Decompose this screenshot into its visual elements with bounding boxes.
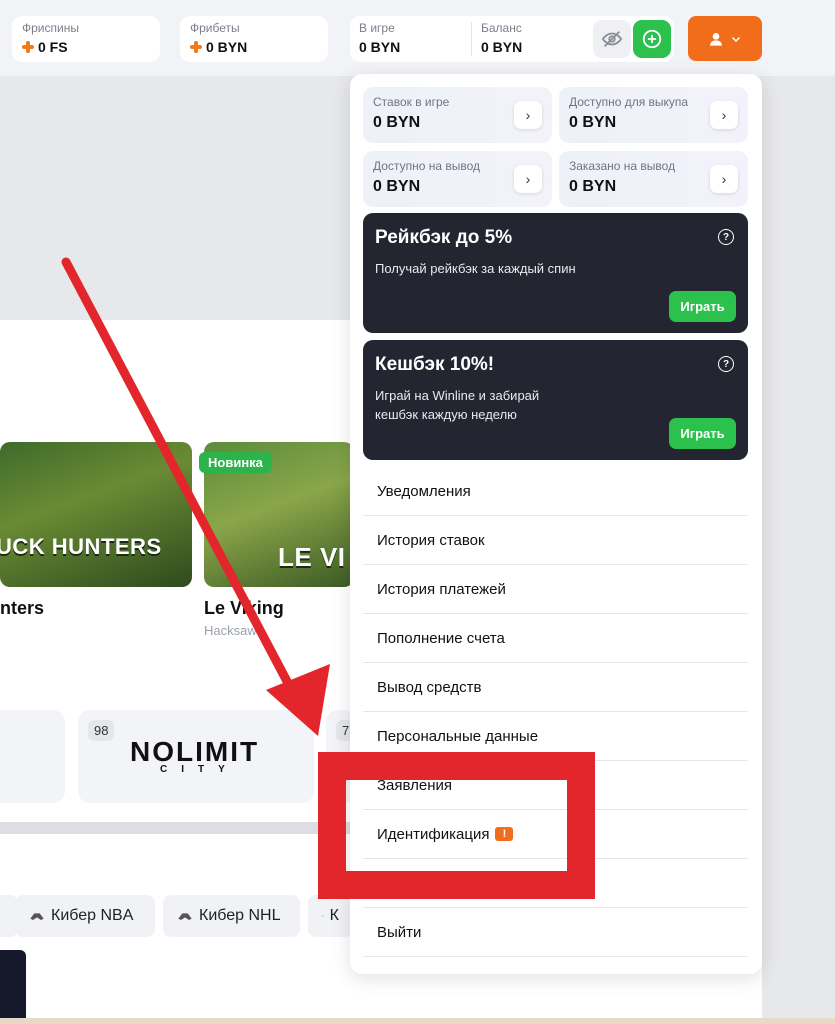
annotation-arrow	[61, 257, 330, 736]
arrow-shaft	[61, 257, 305, 711]
arrow-head	[266, 664, 330, 736]
